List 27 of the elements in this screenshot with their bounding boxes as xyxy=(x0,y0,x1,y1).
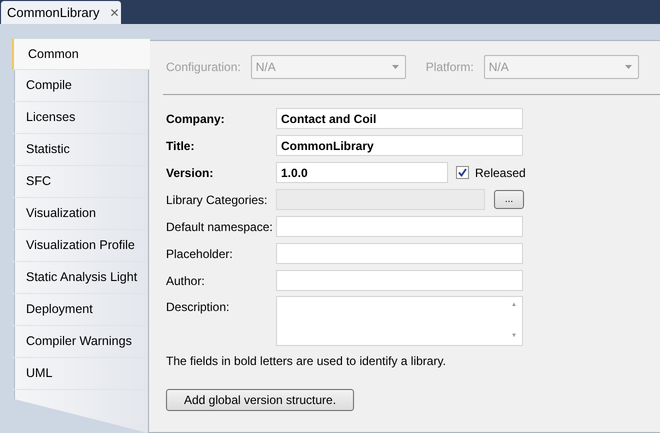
field-label: Placeholder: xyxy=(166,246,234,262)
dropdown-label: Configuration: xyxy=(166,59,241,76)
hint-text: The fields in bold letters are used to identify a library. xyxy=(166,353,447,370)
input-field[interactable]: CommonLibrary xyxy=(276,135,523,156)
sidebar-tab[interactable]: Common xyxy=(12,38,150,70)
field-label: Company: xyxy=(166,110,226,128)
dropdown-arrow-icon xyxy=(624,65,632,69)
input-field[interactable] xyxy=(276,216,523,237)
field-label: Title: xyxy=(166,138,196,154)
input-field[interactable] xyxy=(276,270,523,291)
add-version-structure-button[interactable]: Add global version structure. xyxy=(166,389,354,411)
checkbox-label: Released xyxy=(475,164,526,182)
field-label: Library Categories: xyxy=(166,192,268,208)
input-field[interactable] xyxy=(276,243,523,264)
close-icon[interactable]: ✕ xyxy=(109,4,120,22)
field-label: Default namespace: xyxy=(166,218,274,236)
document-tab-title: CommonLibrary xyxy=(7,4,100,22)
dropdown-label: Platform: xyxy=(426,59,474,76)
document-tab[interactable]: CommonLibrary ✕ xyxy=(1,1,121,24)
field-label: Description: xyxy=(166,299,230,316)
input-field[interactable]: 1.0.0 xyxy=(276,162,448,183)
browse-button[interactable]: ... xyxy=(494,190,524,209)
input-field[interactable]: Contact and Coil xyxy=(276,108,523,129)
checkbox[interactable] xyxy=(456,166,469,179)
dropdown-arrow-icon xyxy=(392,65,399,69)
field-label: Version: xyxy=(166,164,214,182)
field-label: Author: xyxy=(166,272,206,290)
